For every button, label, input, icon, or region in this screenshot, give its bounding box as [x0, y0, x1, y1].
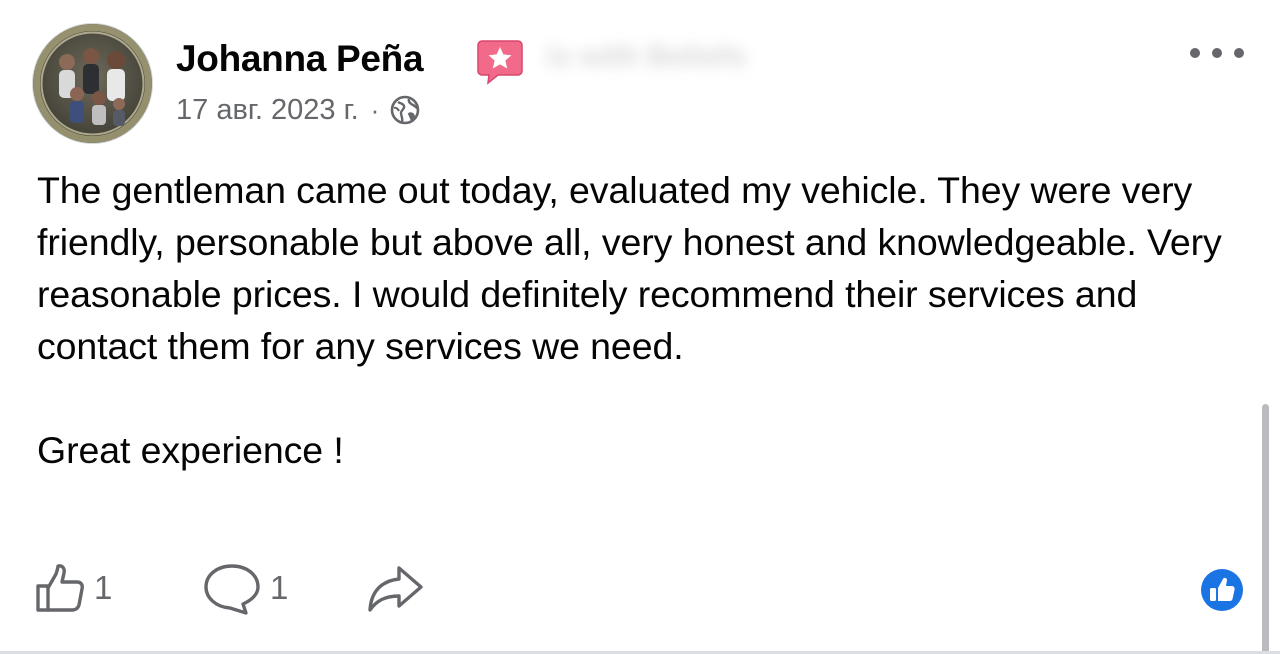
thumbs-up-icon: [36, 564, 84, 612]
like-count: 1: [94, 569, 113, 606]
more-dot-icon: [1212, 48, 1222, 58]
avatar-photo: [33, 24, 152, 143]
globe-icon: [391, 95, 420, 125]
post-paragraph: Great experience !: [37, 429, 344, 471]
like-button[interactable]: 1: [34, 558, 112, 618]
comment-count: 1: [270, 569, 289, 606]
post-timestamp[interactable]: 17 авг. 2023 г.: [176, 94, 359, 127]
author-name[interactable]: Johanna Peña: [176, 37, 424, 81]
share-button[interactable]: [366, 558, 426, 618]
more-options-button[interactable]: [1190, 40, 1244, 66]
post-body: The gentleman came out today, evaluated …: [37, 164, 1252, 476]
blurred-tag-text: is with Beliefs: [546, 40, 747, 73]
comment-button[interactable]: 1: [202, 558, 288, 618]
comment-bubble-icon: [204, 564, 260, 615]
more-dot-icon: [1190, 48, 1200, 58]
star-badge-icon[interactable]: [476, 39, 524, 85]
share-arrow-icon: [368, 566, 423, 612]
post-paragraph: The gentleman came out today, evaluated …: [37, 169, 1222, 367]
more-dot-icon: [1234, 48, 1244, 58]
meta-separator: ·: [370, 94, 380, 125]
review-post: Johanna Peña is with Beliefs 17 авг. 202…: [0, 0, 1280, 654]
author-avatar[interactable]: [33, 24, 152, 143]
scrollbar[interactable]: [1262, 404, 1269, 654]
like-reaction-icon[interactable]: [1198, 566, 1246, 614]
post-meta: 17 авг. 2023 г. ·: [176, 90, 421, 130]
